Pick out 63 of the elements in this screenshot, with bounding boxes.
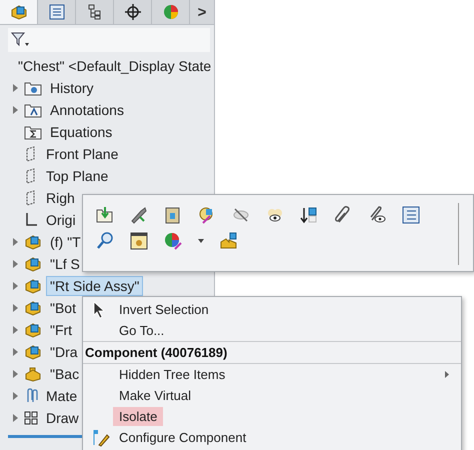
- tree-item[interactable]: Equations: [46, 122, 116, 142]
- expand-arrow-icon[interactable]: [12, 282, 18, 290]
- part-icon: [24, 366, 42, 382]
- assembly-icon: [24, 300, 42, 316]
- table-icon[interactable]: [401, 205, 421, 225]
- tree-item[interactable]: Righ: [42, 188, 79, 208]
- tree-item[interactable]: Top Plane: [42, 166, 112, 186]
- annotations-folder-icon: [24, 102, 42, 118]
- tree-item[interactable]: Mate: [42, 386, 82, 406]
- tree-item[interactable]: Origi: [42, 210, 80, 230]
- tree-item[interactable]: "Rt Side Assy": [46, 276, 144, 296]
- tree-item[interactable]: "Dra: [46, 342, 82, 362]
- expand-arrow-icon[interactable]: [12, 84, 18, 92]
- assembly-icon: [24, 344, 42, 360]
- tree-item[interactable]: "Frt: [46, 320, 76, 340]
- menu-item[interactable]: Hidden Tree Items: [113, 365, 232, 384]
- filter-icon: [11, 31, 31, 49]
- panel-tab[interactable]: [0, 0, 38, 24]
- color-ball-icon: [162, 4, 178, 20]
- tree-item[interactable]: "Bac: [46, 364, 84, 384]
- expand-arrow-icon[interactable]: [12, 348, 18, 356]
- tree-item[interactable]: Annotations: [46, 100, 128, 120]
- list-icon: [48, 4, 64, 20]
- hierarchy-icon: [88, 4, 102, 20]
- equations-folder-icon: [24, 124, 42, 140]
- expand-arrow-icon[interactable]: [12, 238, 18, 246]
- menu-item[interactable]: Go To...: [113, 321, 170, 340]
- crosshair-icon: [124, 4, 140, 20]
- tree-item[interactable]: "Bot: [46, 298, 80, 318]
- tree-item[interactable]: Draw: [42, 408, 83, 428]
- assembly-plus-icon[interactable]: [219, 231, 239, 251]
- filter-field[interactable]: [8, 28, 210, 52]
- magnifier-icon[interactable]: [95, 231, 115, 251]
- tree-item[interactable]: History: [46, 78, 98, 98]
- expand-arrow-icon[interactable]: [12, 326, 18, 334]
- menu-item[interactable]: Invert Selection: [113, 300, 215, 319]
- assembly-icon: [24, 234, 42, 250]
- expand-arrow-icon[interactable]: [12, 260, 18, 268]
- down-arrow-cube-icon[interactable]: [299, 205, 319, 225]
- menu-item[interactable]: Make Virtual: [113, 386, 198, 405]
- pencil-icon: [92, 428, 110, 446]
- history-folder-icon: [24, 80, 42, 96]
- menu-header: Component (40076189): [83, 341, 461, 364]
- assembly-icon: [24, 256, 42, 272]
- expand-arrow-icon[interactable]: [12, 106, 18, 114]
- expand-arrow-icon[interactable]: [12, 304, 18, 312]
- tree-item[interactable]: (f) "T: [46, 232, 85, 252]
- assembly-icon: [10, 4, 28, 20]
- menu-item[interactable]: Configure Component: [113, 428, 252, 447]
- origin-icon: [24, 212, 38, 228]
- appearance-icon[interactable]: [163, 231, 183, 251]
- grid-icon: [24, 410, 38, 426]
- folder-arrow-icon[interactable]: [95, 205, 115, 225]
- tree-item[interactable]: "Chest" <Default_Display State: [14, 56, 216, 76]
- window-icon[interactable]: [129, 231, 149, 251]
- tree-item[interactable]: Front Plane: [42, 144, 122, 164]
- expand-arrow-icon[interactable]: [12, 370, 18, 378]
- menu-item[interactable]: Isolate: [113, 407, 164, 426]
- expand-arrow-icon[interactable]: [12, 414, 18, 422]
- expand-arrow-icon[interactable]: [12, 392, 18, 400]
- assembly-icon: [24, 278, 42, 294]
- assembly-icon: [24, 322, 42, 338]
- tree-item[interactable]: "Lf S: [46, 254, 84, 274]
